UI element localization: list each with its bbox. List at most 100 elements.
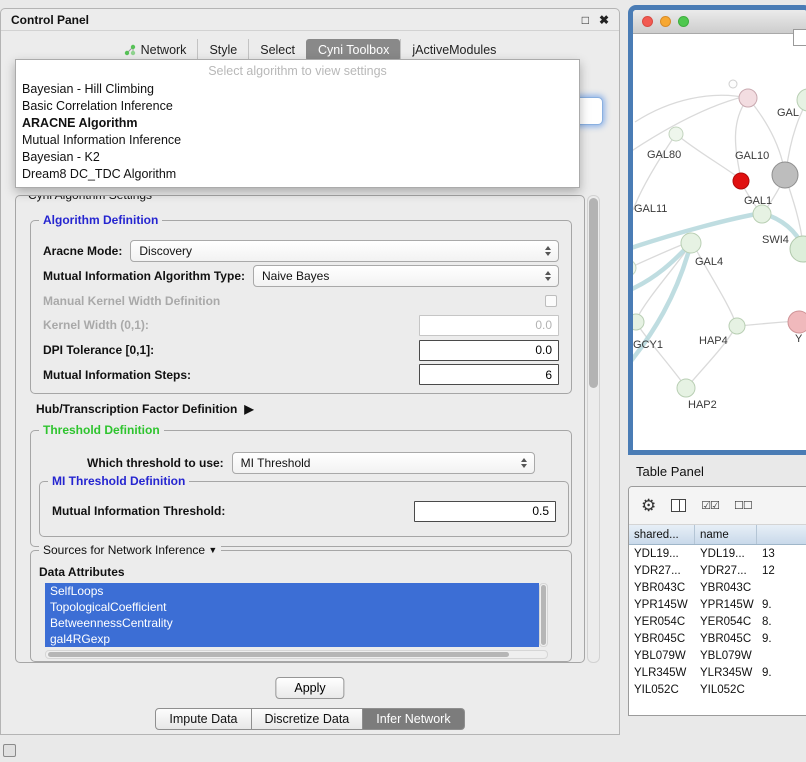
data-attributes-list: SelfLoopsTopologicalCoefficientBetweenne…	[45, 583, 539, 647]
tab-infer-network[interactable]: Infer Network	[363, 708, 464, 730]
stepper-icon	[518, 453, 530, 473]
table-row[interactable]: YPR145W YPR145W 9.	[629, 596, 806, 613]
attribute-item-selected[interactable]: TopologicalCoefficient	[45, 599, 539, 615]
node-pink[interactable]	[739, 89, 757, 107]
node-hap2[interactable]	[677, 379, 695, 397]
manual-kernel-width-checkbox[interactable]	[545, 295, 557, 307]
data-attributes-label: Data Attributes	[39, 565, 125, 579]
node-gal1[interactable]	[753, 205, 771, 223]
cell-value: 9.	[757, 633, 806, 645]
which-threshold-select[interactable]: MI Threshold	[232, 452, 535, 474]
select-all-icon[interactable]: ☑☑	[701, 499, 719, 512]
which-threshold-value: MI Threshold	[241, 456, 311, 470]
attribute-item-selected[interactable]: gal4RGexp	[45, 631, 539, 647]
attributes-vertical-scrollbar[interactable]	[539, 583, 548, 647]
zoom-traffic-light[interactable]	[678, 16, 689, 27]
expand-down-icon: ▼	[208, 545, 217, 555]
tab-label: Select	[260, 43, 295, 57]
network-graph[interactable]: GAL GAL80 GAL10 GAL11 GAL1 SWI4 GAL4 GCY…	[633, 34, 806, 426]
cell-value: 13	[757, 548, 806, 560]
node-label: HAP4	[699, 335, 728, 347]
sources-group-title[interactable]: Sources for Network Inference ▼	[39, 543, 221, 557]
table-row[interactable]: YER054C YER054C 8.	[629, 613, 806, 630]
table-row[interactable]: YBR043C YBR043C	[629, 579, 806, 596]
dropdown-item[interactable]: Bayesian - Hill Climbing	[16, 81, 579, 98]
tab-select[interactable]: Select	[248, 39, 306, 61]
tab-style[interactable]: Style	[197, 39, 248, 61]
cell-name: YDR27...	[695, 565, 757, 577]
table-row[interactable]: YLR345W YLR345W 9.	[629, 664, 806, 681]
dropdown-item[interactable]: Basic Correlation Inference	[16, 98, 579, 115]
attribute-item-selected[interactable]: BetweennessCentrality	[45, 615, 539, 631]
dropdown-placeholder: Select algorithm to view settings	[16, 62, 579, 81]
table-row[interactable]: YBR045C YBR045C 9.	[629, 630, 806, 647]
kernel-width-input[interactable]	[419, 315, 559, 336]
network-canvas[interactable]: GAL GAL80 GAL10 GAL11 GAL1 SWI4 GAL4 GCY…	[633, 34, 806, 426]
cell-shared-name: YBL079W	[629, 650, 695, 662]
cell-name: YBR043C	[695, 582, 757, 594]
dropdown-item[interactable]: Dream8 DC_TDC Algorithm	[16, 166, 579, 183]
table-toolbar: ⚙ ☑☑ ☐☐	[629, 487, 806, 525]
cell-shared-name: YBR043C	[629, 582, 695, 594]
tab-network[interactable]: Network	[113, 39, 198, 61]
apply-button[interactable]: Apply	[275, 677, 344, 699]
tab-jactivemodules[interactable]: jActiveModules	[400, 39, 507, 61]
tab-cyni-toolbox[interactable]: Cyni Toolbox	[306, 39, 400, 61]
table-row[interactable]: YIL052C YIL052C	[629, 681, 806, 698]
cell-name: YDL19...	[695, 548, 757, 560]
table-row[interactable]: YDL19... YDL19... 13	[629, 545, 806, 562]
cell-shared-name: YDL19...	[629, 548, 695, 560]
mi-threshold-input[interactable]	[414, 501, 556, 522]
settings-scrollbar[interactable]	[587, 195, 600, 663]
table-row[interactable]: YDR27... YDR27... 12	[629, 562, 806, 579]
node-swi4[interactable]	[790, 236, 806, 262]
network-scrollbar-corner[interactable]	[793, 29, 806, 46]
dpi-tolerance-input[interactable]	[419, 340, 559, 361]
dropdown-item-selected[interactable]: ARACNE Algorithm	[16, 115, 579, 132]
network-tab-icon	[124, 44, 136, 56]
deselect-all-icon[interactable]: ☐☐	[734, 499, 752, 512]
mi-steps-label: Mutual Information Steps:	[43, 368, 191, 382]
tab-impute-data[interactable]: Impute Data	[155, 708, 251, 730]
node-gcy1[interactable]	[633, 314, 644, 330]
network-view-window: GAL GAL80 GAL10 GAL11 GAL1 SWI4 GAL4 GCY…	[628, 5, 806, 455]
kernel-width-label: Kernel Width (0,1):	[43, 318, 149, 332]
mi-steps-input[interactable]	[419, 364, 559, 385]
cell-shared-name: YPR145W	[629, 599, 695, 611]
attributes-horizontal-scrollbar[interactable]	[45, 650, 548, 659]
column-header-name[interactable]: name	[695, 525, 757, 544]
close-window-icon[interactable]: ✖	[599, 13, 609, 27]
cell-name: YER054C	[695, 616, 757, 628]
minimize-traffic-light[interactable]	[660, 16, 671, 27]
node-hap4[interactable]	[729, 318, 745, 334]
mi-algorithm-type-select[interactable]: Naive Bayes	[253, 265, 559, 287]
column-header-shared-name[interactable]: shared...	[629, 525, 695, 544]
dropdown-item[interactable]: Bayesian - K2	[16, 149, 579, 166]
node-red[interactable]	[733, 173, 749, 189]
table-row[interactable]: YBL079W YBL079W	[629, 647, 806, 664]
node-label: GCY1	[633, 339, 663, 351]
settings-scrollbar-thumb[interactable]	[589, 198, 598, 388]
aracne-mode-select[interactable]: Discovery	[130, 240, 559, 262]
node-gal80[interactable]	[669, 127, 683, 141]
tab-label: jActiveModules	[412, 43, 496, 57]
tab-discretize-data[interactable]: Discretize Data	[252, 708, 364, 730]
columns-icon[interactable]	[671, 499, 686, 512]
stepper-icon	[542, 266, 554, 286]
node-gal10[interactable]	[772, 162, 798, 188]
node-pink[interactable]	[788, 311, 806, 333]
node-gal4[interactable]	[681, 233, 701, 253]
close-traffic-light[interactable]	[642, 16, 653, 27]
column-header-clipped[interactable]	[757, 525, 806, 544]
manual-kernel-width-label: Manual Kernel Width Definition	[43, 294, 220, 308]
node[interactable]	[633, 260, 636, 276]
stepper-icon	[542, 241, 554, 261]
node-label: GAL1	[744, 195, 772, 207]
hub-transcription-factor-toggle[interactable]: Hub/Transcription Factor Definition ▶	[36, 402, 254, 416]
float-window-icon[interactable]: □	[582, 13, 589, 27]
dropdown-item[interactable]: Mutual Information Inference	[16, 132, 579, 149]
gear-icon[interactable]: ⚙	[641, 497, 656, 514]
node[interactable]	[729, 80, 737, 88]
attribute-item-selected[interactable]: SelfLoops	[45, 583, 539, 599]
collapsed-panel-icon[interactable]	[3, 744, 16, 757]
